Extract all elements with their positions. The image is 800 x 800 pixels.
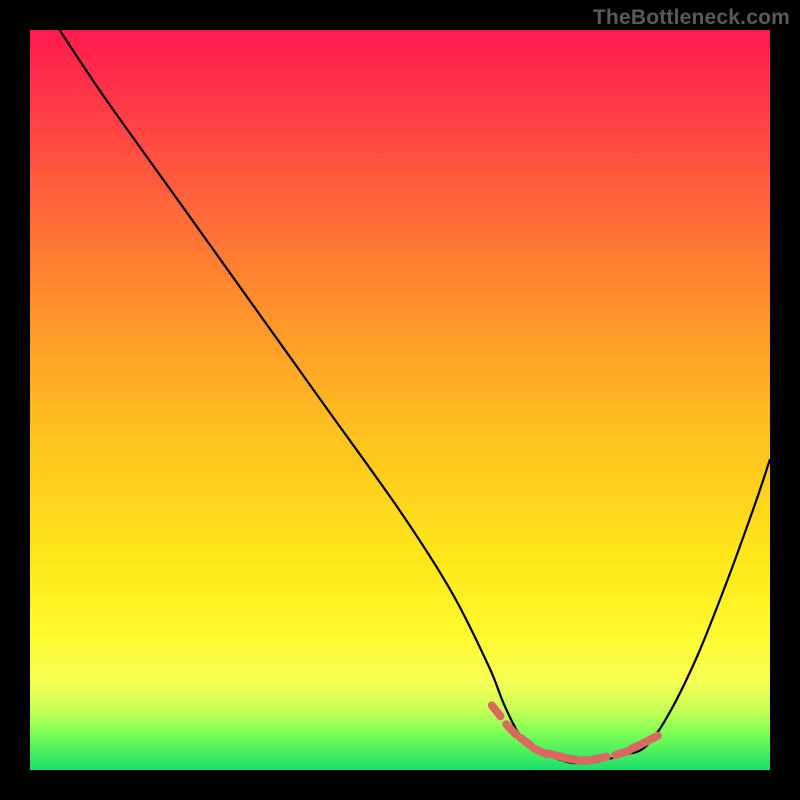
bottleneck-curve [60, 30, 770, 764]
marker-tick [593, 757, 607, 760]
watermark-text: TheBottleneck.com [593, 6, 790, 30]
marker-tick [520, 738, 531, 746]
chart-container: TheBottleneck.com [0, 0, 800, 800]
marker-tick [492, 705, 501, 716]
marker-tick [615, 751, 628, 755]
marker-tick [645, 736, 658, 742]
plot-area [30, 30, 770, 770]
curve-layer [30, 30, 770, 770]
marker-tick [630, 743, 643, 749]
